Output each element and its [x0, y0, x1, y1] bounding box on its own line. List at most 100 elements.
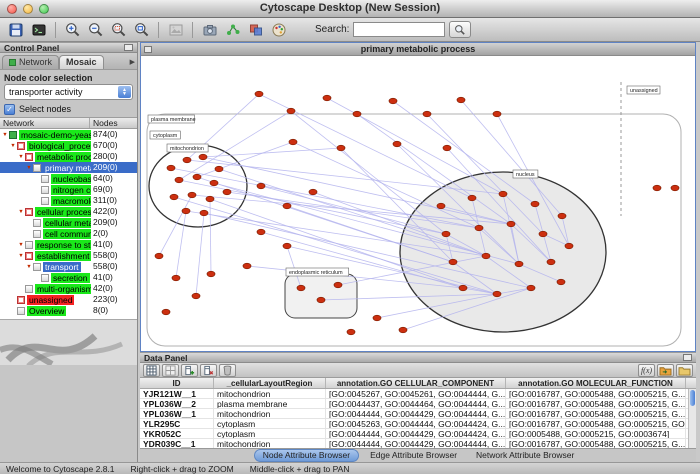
- network-node[interactable]: [210, 180, 218, 186]
- tab-mosaic[interactable]: Mosaic: [59, 55, 104, 69]
- tree-row[interactable]: nucleobase, nucleoside, nu64(0): [0, 173, 137, 184]
- tree-row[interactable]: multi-organism proces42(0): [0, 283, 137, 294]
- column-header[interactable]: annotation.GO CELLULAR_COMPONENT: [326, 378, 506, 388]
- tree-row[interactable]: unassigned223(0): [0, 294, 137, 305]
- tree-expander-icon[interactable]: ▼: [17, 209, 25, 215]
- network-node[interactable]: [442, 231, 450, 237]
- network-node[interactable]: [527, 285, 535, 291]
- zoom-selected-region-button[interactable]: [108, 20, 129, 40]
- network-node[interactable]: [353, 111, 361, 117]
- network-node[interactable]: [223, 189, 231, 195]
- tree-row[interactable]: ▼response to stimulus41(0): [0, 239, 137, 250]
- delete-attribute-button[interactable]: [200, 364, 217, 377]
- network-node[interactable]: [289, 139, 297, 145]
- table-row[interactable]: YPL036W__1mitochondrion[GO:0044444, GO:0…: [140, 409, 696, 419]
- tree-expander-icon[interactable]: ▼: [17, 154, 25, 160]
- tree-row[interactable]: macromolecule metaboli311(0): [0, 195, 137, 206]
- table-row[interactable]: YKR052Ccytoplasm[GO:0044444, GO:0044429,…: [140, 429, 696, 439]
- snapshot-button[interactable]: [199, 20, 220, 40]
- network-node[interactable]: [653, 185, 661, 191]
- column-header[interactable]: _cellularLayoutRegion: [214, 378, 326, 388]
- network-node[interactable]: [188, 192, 196, 198]
- network-node[interactable]: [155, 253, 163, 259]
- network-node[interactable]: [558, 213, 566, 219]
- network-node[interactable]: [334, 282, 342, 288]
- network-node[interactable]: [199, 154, 207, 160]
- select-attributes-button[interactable]: [143, 364, 160, 377]
- network-node[interactable]: [170, 194, 178, 200]
- tab-edge-attribute-browser[interactable]: Edge Attribute Browser: [362, 450, 465, 461]
- console-button[interactable]: [28, 20, 49, 40]
- network-node[interactable]: [183, 157, 191, 163]
- network-node[interactable]: [215, 166, 223, 172]
- network-canvas[interactable]: plasma membraneendoplasmic reticulummito…: [141, 56, 695, 351]
- network-node[interactable]: [167, 165, 175, 171]
- view-menu-icon[interactable]: [144, 46, 152, 53]
- network-node[interactable]: [309, 189, 317, 195]
- tree-row[interactable]: ▼cellular process422(0): [0, 206, 137, 217]
- attribute-dropdown[interactable]: transporter activity ▲▼: [4, 84, 133, 100]
- tree-expander-icon[interactable]: ▼: [17, 253, 25, 259]
- network-node[interactable]: [507, 221, 515, 227]
- network-node[interactable]: [283, 203, 291, 209]
- network-node[interactable]: [347, 329, 355, 335]
- network-node[interactable]: [557, 279, 565, 285]
- network-node[interactable]: [393, 141, 401, 147]
- network-node[interactable]: [493, 291, 501, 297]
- network-node[interactable]: [193, 174, 201, 180]
- tab-scroll-right-icon[interactable]: ▶: [130, 58, 135, 66]
- network-node[interactable]: [515, 261, 523, 267]
- network-node[interactable]: [449, 259, 457, 265]
- network-node[interactable]: [459, 285, 467, 291]
- zoom-out-button[interactable]: [85, 20, 106, 40]
- unselect-attributes-button[interactable]: [162, 364, 179, 377]
- tree-column-network[interactable]: Network: [0, 118, 90, 128]
- save-session-button[interactable]: [5, 20, 26, 40]
- tree-row[interactable]: cell communication2(0): [0, 228, 137, 239]
- table-row[interactable]: YDR039C__1mitochondrion[GO:0044444, GO:0…: [140, 439, 696, 449]
- network-node[interactable]: [243, 263, 251, 269]
- tree-row[interactable]: ▼mosaic-demo-yeast874(0): [0, 129, 137, 140]
- tree-row[interactable]: secretion41(0): [0, 272, 137, 283]
- zoom-window-button[interactable]: [39, 4, 49, 14]
- delete-rows-button[interactable]: [219, 364, 236, 377]
- network-node[interactable]: [499, 191, 507, 197]
- network-node[interactable]: [297, 285, 305, 291]
- tree-row[interactable]: ▼establishment of locali558(0): [0, 250, 137, 261]
- network-node[interactable]: [475, 225, 483, 231]
- network-node[interactable]: [493, 111, 501, 117]
- network-node[interactable]: [468, 195, 476, 201]
- network-node[interactable]: [257, 229, 265, 235]
- network-view-titlebar[interactable]: primary metabolic process: [141, 43, 695, 56]
- table-row[interactable]: YJR121W__1mitochondrion[GO:0045267, GO:0…: [140, 389, 696, 399]
- zoom-fit-button[interactable]: [131, 20, 152, 40]
- network-node[interactable]: [437, 203, 445, 209]
- column-header[interactable]: annotation.GO MOLECULAR_FUNCTION: [506, 378, 686, 388]
- network-node[interactable]: [257, 183, 265, 189]
- panel-float-button[interactable]: [124, 44, 133, 51]
- tree-expander-icon[interactable]: ▼: [9, 143, 17, 149]
- network-node[interactable]: [255, 91, 263, 97]
- network-node[interactable]: [547, 259, 555, 265]
- tree-row[interactable]: Overview8(0): [0, 305, 137, 316]
- tree-column-nodes[interactable]: Nodes: [90, 118, 137, 128]
- tab-network[interactable]: Network: [2, 55, 59, 69]
- new-attribute-button[interactable]: [181, 364, 198, 377]
- network-node[interactable]: [172, 275, 180, 281]
- tree-expander-icon[interactable]: ▼: [25, 165, 33, 171]
- birdseye-view[interactable]: [0, 319, 137, 365]
- close-window-button[interactable]: [7, 4, 17, 14]
- tree-row[interactable]: cellular metabolic proce209(0): [0, 217, 137, 228]
- panel-float-button[interactable]: [683, 354, 692, 361]
- tree-row[interactable]: ▼transport558(0): [0, 261, 137, 272]
- network-node[interactable]: [200, 210, 208, 216]
- search-input[interactable]: [353, 22, 445, 37]
- network-node[interactable]: [182, 208, 190, 214]
- search-options-button[interactable]: [449, 21, 471, 38]
- tree-row[interactable]: nitrogen compound meta69(0): [0, 184, 137, 195]
- zoom-in-button[interactable]: [62, 20, 83, 40]
- show-graphics-details-button[interactable]: [165, 20, 186, 40]
- table-scrollbar[interactable]: [688, 389, 696, 448]
- network-node[interactable]: [482, 253, 490, 259]
- tree-expander-icon[interactable]: ▼: [1, 132, 9, 138]
